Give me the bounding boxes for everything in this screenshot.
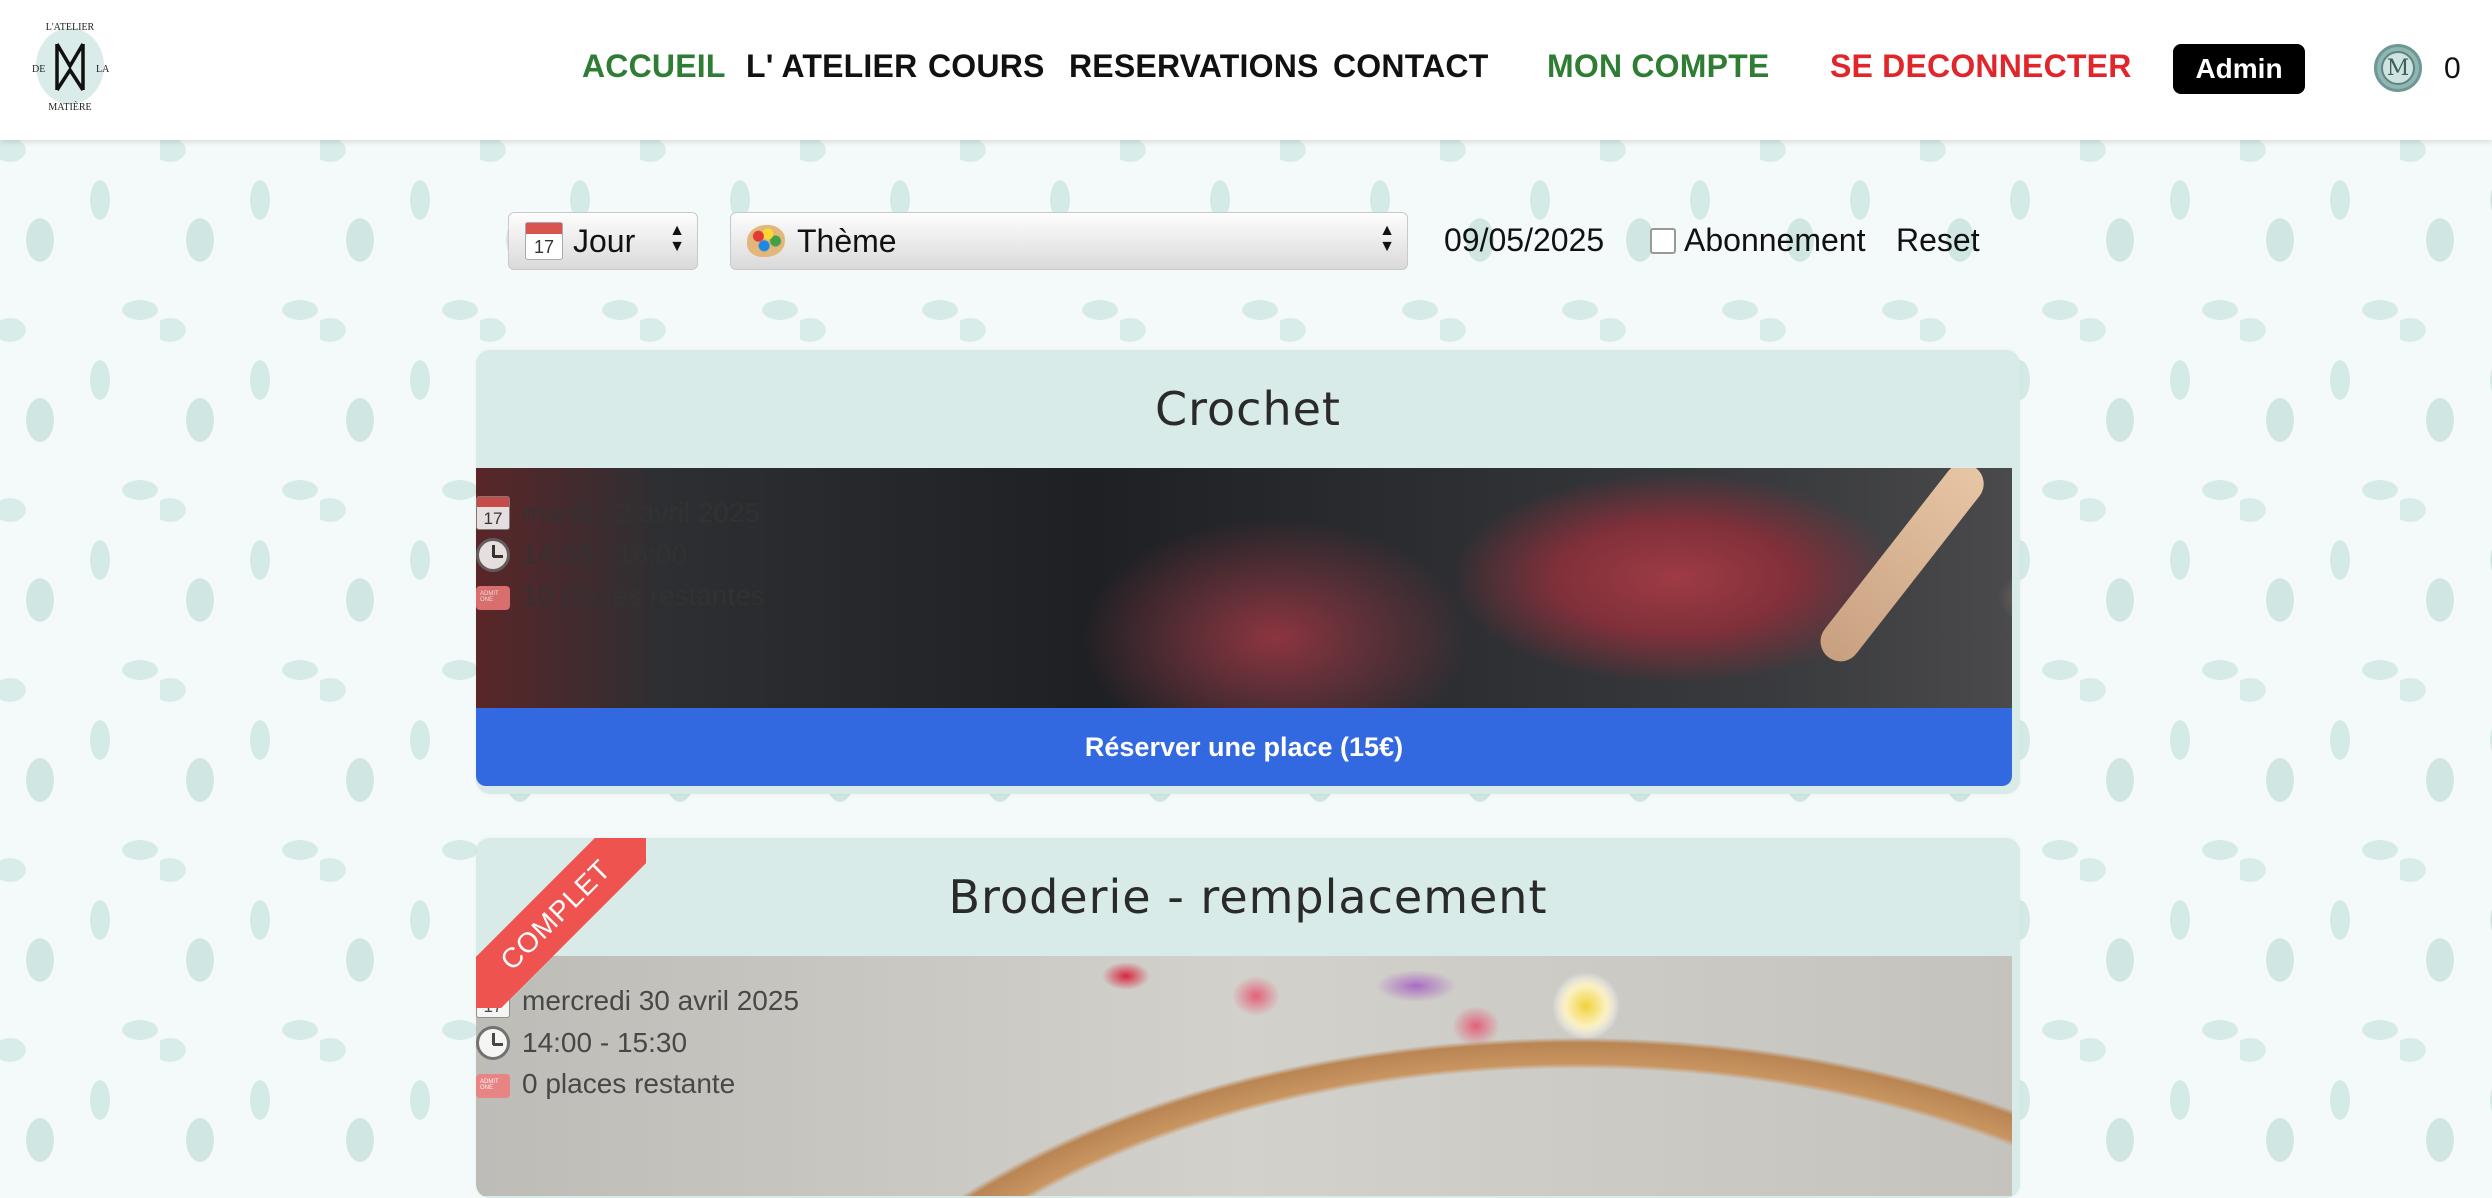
course-places-line: 0 places restante	[476, 1068, 735, 1100]
nav-accueil[interactable]: ACCUEIL	[582, 48, 726, 85]
nav-contact[interactable]: CONTACT	[1333, 48, 1488, 85]
abonnement-checkbox[interactable]	[1650, 227, 1676, 254]
reset-button[interactable]: Reset	[1896, 222, 1980, 259]
nav-atelier[interactable]: L' ATELIER	[746, 48, 917, 85]
logo-bottom-text: MATIÈRE	[48, 101, 91, 113]
course-card: COMPLET Broderie - remplacement 17 mercr…	[476, 838, 2020, 1198]
course-title: Broderie - remplacement	[948, 870, 1548, 924]
ticket-icon	[476, 586, 510, 610]
nav-mon-compte[interactable]: MON COMPTE	[1547, 48, 1769, 85]
top-navbar: L'ATELIER DE LA MATIÈRE ACCUEIL L' ATELI…	[0, 0, 2492, 140]
nav-cours[interactable]: COURS	[928, 48, 1045, 85]
atelier-logo[interactable]: L'ATELIER DE LA MATIÈRE	[24, 14, 116, 116]
theme-select[interactable]: Thème ▲ ▼	[730, 212, 1408, 270]
course-image: 17 mardi 22 avril 2025 14:00 - 16:00 10 …	[476, 468, 2012, 708]
course-time-line: 14:00 - 16:00	[476, 538, 687, 572]
coin-letter: M	[2381, 51, 2415, 85]
day-select-label: Jour	[573, 222, 636, 259]
calendar-icon: 17	[476, 496, 510, 530]
ticket-icon	[476, 1074, 510, 1098]
abonnement-filter[interactable]: Abonnement	[1650, 222, 1865, 259]
course-time: 14:00 - 15:30	[522, 1027, 688, 1058]
course-places: 10 places restantes	[522, 580, 765, 611]
clock-icon	[476, 538, 510, 572]
coin-count: 0	[2444, 52, 2461, 85]
select-arrows-icon: ▲ ▼	[1379, 222, 1395, 255]
select-arrows-icon: ▲ ▼	[669, 222, 685, 255]
coin-icon[interactable]: M	[2374, 44, 2422, 92]
course-time: 14:00 - 16:00	[522, 539, 688, 570]
course-date-line: 17 mardi 22 avril 2025	[476, 496, 760, 530]
course-places: 0 places restante	[522, 1068, 736, 1099]
logo-top-text: L'ATELIER	[46, 22, 95, 33]
course-image: 17 mercredi 30 avril 2025 14:00 - 15:30 …	[476, 956, 2012, 1196]
clock-icon	[476, 1026, 510, 1060]
date-input[interactable]: 09/05/2025	[1444, 222, 1604, 259]
course-card: Crochet 17 mardi 22 avril 2025 14:00 - 1…	[476, 350, 2020, 794]
reserve-button[interactable]: Réserver une place (15€)	[476, 708, 2012, 786]
palette-icon	[747, 225, 785, 257]
calendar-icon: 17	[525, 222, 563, 260]
day-select[interactable]: 17 Jour ▲ ▼	[508, 212, 698, 270]
abonnement-label: Abonnement	[1684, 222, 1866, 258]
course-time-line: 14:00 - 15:30	[476, 1026, 687, 1060]
crochet-hook-shape	[1812, 468, 1992, 670]
complet-ribbon: COMPLET	[476, 838, 646, 1008]
nav-reservations[interactable]: RESERVATIONS	[1069, 48, 1319, 85]
nav-se-deconnecter[interactable]: SE DECONNECTER	[1830, 48, 2132, 85]
course-places-line: 10 places restantes	[476, 580, 765, 612]
theme-select-label: Thème	[797, 222, 897, 259]
logo-right-text: LA	[96, 64, 110, 75]
logo-left-text: DE	[32, 64, 45, 75]
admin-button[interactable]: Admin	[2173, 44, 2305, 94]
course-title: Crochet	[1155, 382, 1341, 436]
complet-ribbon-label: COMPLET	[476, 838, 646, 1008]
course-date: mardi 22 avril 2025	[522, 497, 761, 528]
